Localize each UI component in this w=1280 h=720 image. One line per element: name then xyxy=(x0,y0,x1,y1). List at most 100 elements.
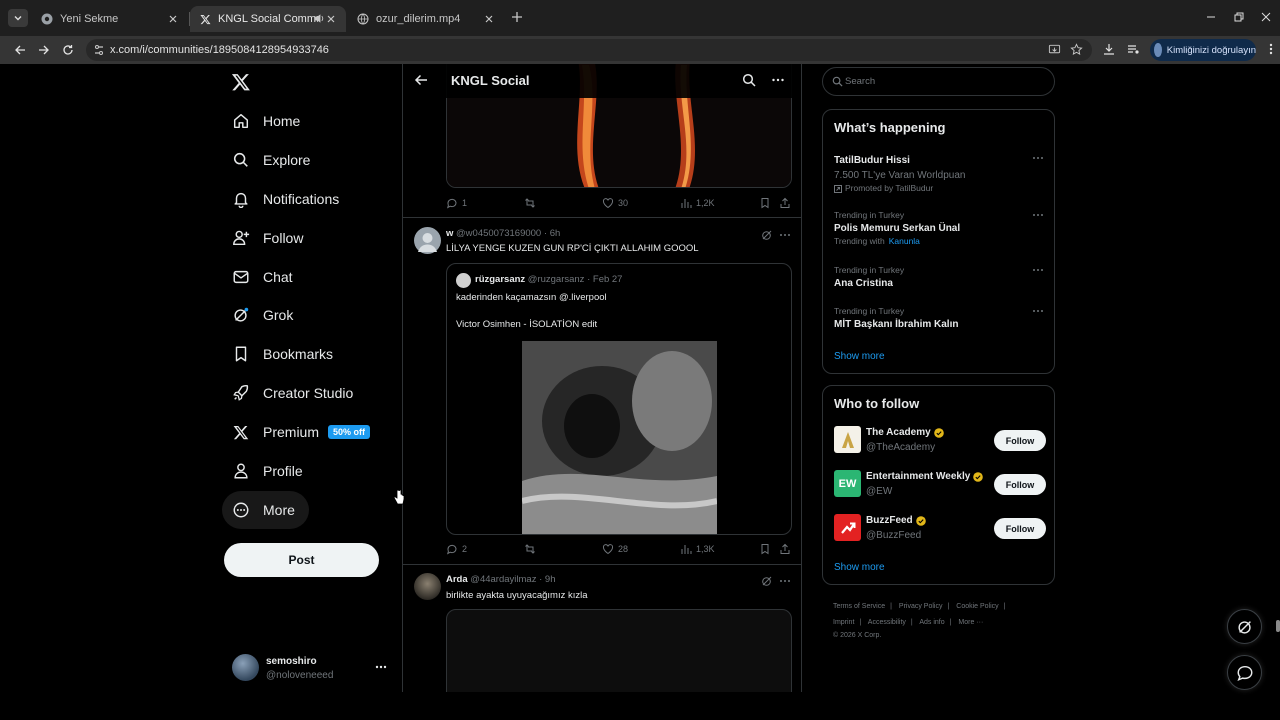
close-icon[interactable] xyxy=(324,12,338,26)
trend-item[interactable]: Trending in Turkey Ana Cristina xyxy=(834,265,1044,291)
footer-link[interactable]: Cookie Policy xyxy=(956,603,998,610)
nav-more[interactable]: More xyxy=(222,491,309,529)
share-button[interactable] xyxy=(779,197,795,209)
footer-link[interactable]: Privacy Policy xyxy=(899,603,943,610)
search-input[interactable]: Search xyxy=(822,67,1055,96)
x-logo-icon[interactable] xyxy=(231,73,253,93)
repost-button[interactable] xyxy=(524,197,540,209)
restore-button[interactable] xyxy=(1232,10,1246,24)
views-button[interactable]: 1,3K xyxy=(680,543,715,555)
browser-tab-new-tab[interactable]: Yeni Sekme xyxy=(32,6,188,32)
media-controls-icon[interactable] xyxy=(1126,42,1142,58)
post-time[interactable]: 9h xyxy=(545,574,556,585)
avatar[interactable] xyxy=(414,573,441,600)
nav-creator-studio[interactable]: Creator Studio xyxy=(222,374,367,412)
star-icon[interactable] xyxy=(1070,43,1084,57)
nav-explore[interactable]: Explore xyxy=(222,141,324,179)
more-dots-icon[interactable] xyxy=(779,229,791,241)
bookmark-button[interactable] xyxy=(759,543,775,555)
footer-link[interactable]: Imprint xyxy=(833,619,854,626)
new-tab-button[interactable] xyxy=(510,10,526,26)
download-icon[interactable] xyxy=(1102,42,1118,58)
author-handle[interactable]: @w0450073169000 xyxy=(456,228,541,239)
follow-button[interactable]: Follow xyxy=(994,430,1046,451)
like-button[interactable]: 28 xyxy=(602,543,628,555)
back-button[interactable] xyxy=(12,42,28,58)
follow-suggestion[interactable]: BuzzFeed @BuzzFeed Follow xyxy=(834,514,1046,544)
reply-button[interactable]: 1 xyxy=(446,197,467,209)
more-dots-icon[interactable] xyxy=(1032,306,1044,316)
account-switcher[interactable]: semoshiro @noloveneeed xyxy=(230,652,392,688)
follow-button[interactable]: Follow xyxy=(994,474,1046,495)
more-dots-icon[interactable] xyxy=(779,575,791,587)
show-more-link[interactable]: Show more xyxy=(834,351,885,362)
grok-float-button[interactable] xyxy=(1227,609,1262,644)
nav-chat[interactable]: Chat xyxy=(222,258,307,296)
nav-grok[interactable]: Grok xyxy=(222,296,307,334)
author-handle[interactable]: @44ardayilmaz xyxy=(470,574,536,585)
trend-related-link[interactable]: Kanunla xyxy=(889,236,920,246)
grok-icon[interactable] xyxy=(761,575,773,587)
nav-profile[interactable]: Profile xyxy=(222,452,317,490)
nav-follow[interactable]: Follow xyxy=(222,219,317,257)
reload-button[interactable] xyxy=(60,42,76,58)
close-icon[interactable] xyxy=(482,12,496,26)
follow-button[interactable]: Follow xyxy=(994,518,1046,539)
chevron-down-icon xyxy=(14,16,22,21)
nav-premium[interactable]: Premium 50% off xyxy=(222,413,384,451)
follow-suggestion[interactable]: EW Entertainment Weekly @EW Follow xyxy=(834,470,1046,500)
close-window-button[interactable] xyxy=(1259,10,1273,24)
back-arrow-icon[interactable] xyxy=(414,73,430,89)
search-icon[interactable] xyxy=(742,73,757,88)
footer-link[interactable]: More ··· xyxy=(958,619,983,626)
more-dots-icon[interactable] xyxy=(771,73,786,88)
grok-icon[interactable] xyxy=(761,229,773,241)
author-name[interactable]: Arda xyxy=(446,574,468,585)
trend-item[interactable]: Trending in Turkey Polis Memuru Serkan Ü… xyxy=(834,210,1044,247)
avatar[interactable] xyxy=(414,227,441,254)
messages-float-button[interactable] xyxy=(1227,655,1262,690)
address-bar[interactable]: x.com/i/communities/1895084128954933746 xyxy=(86,39,1092,61)
profile-button[interactable]: Kimliğinizi doğrulayın xyxy=(1150,39,1256,61)
post-time[interactable]: 6h xyxy=(550,228,561,239)
minimize-button[interactable] xyxy=(1204,10,1218,24)
repost-button[interactable] xyxy=(524,543,540,555)
tab-search-button[interactable] xyxy=(8,9,28,27)
kebab-menu-icon[interactable] xyxy=(1264,42,1280,58)
more-dots-icon[interactable] xyxy=(1032,265,1044,275)
post-media-video[interactable] xyxy=(446,609,792,692)
nav-notifications[interactable]: Notifications xyxy=(222,180,353,218)
repost-icon xyxy=(525,198,535,208)
follow-suggestion[interactable]: The Academy @TheAcademy Follow xyxy=(834,426,1046,456)
close-icon[interactable] xyxy=(166,12,180,26)
trend-item[interactable]: Trending in Turkey MİT Başkanı İbrahim K… xyxy=(834,306,1044,332)
more-dots-icon[interactable] xyxy=(374,660,388,674)
browser-tab-video[interactable]: ozur_dilerim.mp4 xyxy=(348,6,504,32)
install-app-icon[interactable] xyxy=(1048,43,1062,57)
trend-item[interactable]: TatilBudur Hissi 7.500 TL'ye Varan World… xyxy=(834,153,1044,194)
views-button[interactable]: 1,2K xyxy=(680,197,715,209)
chat-bubble-icon xyxy=(1236,665,1252,681)
nav-bookmarks[interactable]: Bookmarks xyxy=(222,335,347,373)
reply-button[interactable]: 2 xyxy=(446,543,467,555)
footer-link[interactable]: Accessibility xyxy=(868,619,906,626)
nav-home[interactable]: Home xyxy=(222,102,314,140)
author-name[interactable]: w xyxy=(446,228,453,239)
quoted-video-thumbnail[interactable] xyxy=(522,341,717,534)
promoted-text: Promoted by TatilBudur xyxy=(845,183,934,193)
browser-tab-active[interactable]: KNGL Social Community / X xyxy=(190,6,346,32)
post-button[interactable]: Post xyxy=(224,543,379,577)
more-dots-icon[interactable] xyxy=(1032,210,1044,220)
show-more-link[interactable]: Show more xyxy=(834,562,885,573)
bookmark-button[interactable] xyxy=(759,197,775,209)
forward-button[interactable] xyxy=(36,42,52,58)
footer-link[interactable]: Ads info xyxy=(919,619,944,626)
site-info-icon[interactable] xyxy=(92,43,106,57)
quoted-post[interactable]: rüzgarsanz @ruzgarsanz · Feb 27 kaderind… xyxy=(446,263,792,535)
like-button[interactable]: 30 xyxy=(602,197,628,209)
share-button[interactable] xyxy=(779,543,795,555)
more-dots-icon[interactable] xyxy=(1032,153,1044,163)
analytics-icon xyxy=(681,199,692,208)
scrollbar[interactable] xyxy=(1276,620,1280,632)
footer-link[interactable]: Terms of Service xyxy=(833,603,885,610)
